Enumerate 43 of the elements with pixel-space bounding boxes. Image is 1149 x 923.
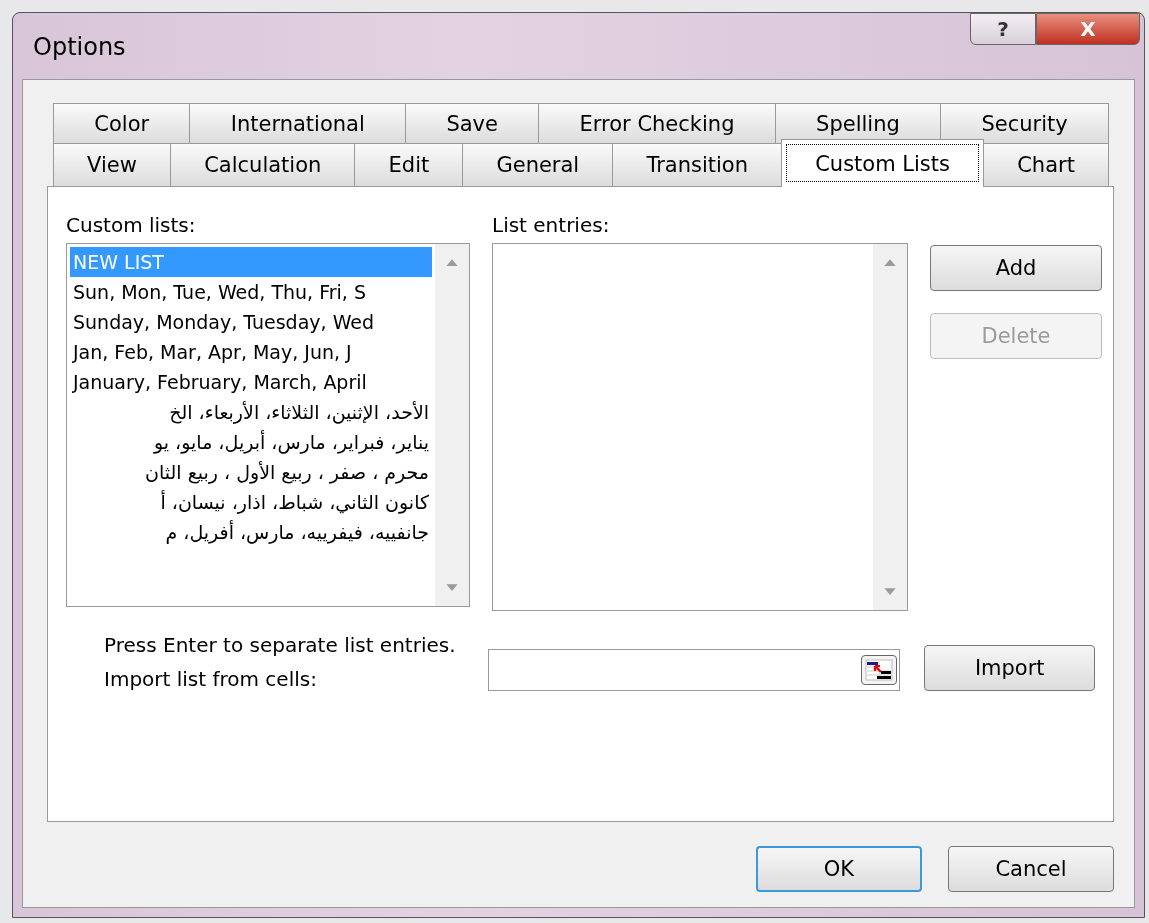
scroll-down-icon[interactable] — [883, 587, 897, 596]
add-button[interactable]: Add — [930, 245, 1102, 291]
scroll-up-icon[interactable] — [883, 258, 897, 267]
list-item[interactable]: يناير، فبراير، مارس، أبريل، مايو، يو — [70, 427, 432, 457]
custom-lists-label: Custom lists: — [66, 213, 197, 237]
scroll-up-icon[interactable] — [445, 258, 459, 267]
tab[interactable]: Calculation — [170, 143, 356, 186]
list-item[interactable]: محرم ، صفر ، ربيع الأول ، ربيع الثان — [70, 457, 432, 487]
hint-text: Press Enter to separate list entries. — [104, 633, 457, 657]
list-item[interactable]: Sunday, Monday, Tuesday, Wed — [70, 307, 432, 337]
help-button[interactable]: ? — [970, 13, 1036, 45]
scrollbar[interactable] — [873, 244, 907, 610]
scrollbar[interactable] — [435, 244, 469, 606]
custom-lists-listbox[interactable] — [66, 243, 470, 607]
tab[interactable]: Error Checking — [538, 103, 776, 143]
tab[interactable]: Security — [940, 103, 1109, 143]
range-select-button[interactable] — [861, 655, 898, 685]
import-range-field[interactable] — [488, 649, 901, 691]
list-item[interactable]: كانون الثاني، شباط، اذار، نيسان، أ — [70, 487, 432, 517]
list-item[interactable]: Sun, Mon, Tue, Wed, Thu, Fri, S — [70, 277, 432, 307]
list-item[interactable]: جانفييه، فيفرييه، مارس، أفريل، م — [70, 517, 432, 547]
tab[interactable]: View — [53, 143, 172, 186]
window-title: Options — [33, 33, 126, 61]
tab[interactable]: Save — [405, 103, 540, 143]
close-button[interactable]: X — [1036, 13, 1140, 45]
import-label: Import list from cells: — [104, 667, 318, 691]
list-item[interactable]: Jan, Feb, Mar, Apr, May, Jun, J — [70, 337, 432, 367]
tab[interactable]: International — [189, 103, 407, 143]
list-item[interactable]: الأحد، الإثنين، الثلاثاء، الأربعاء، الخ — [70, 397, 432, 427]
import-button[interactable]: Import — [924, 645, 1095, 691]
range-picker-icon — [865, 659, 894, 681]
scroll-down-icon[interactable] — [445, 583, 459, 592]
tab[interactable]: Edit — [354, 143, 464, 186]
cancel-button[interactable]: Cancel — [948, 846, 1114, 892]
ok-button[interactable]: OK — [756, 846, 922, 892]
tab[interactable]: General — [462, 143, 614, 186]
tab[interactable]: Custom Lists — [781, 139, 985, 187]
list-entries-label: List entries: — [492, 213, 611, 237]
tab[interactable]: Chart — [983, 143, 1110, 186]
tab[interactable]: Transition — [612, 143, 783, 186]
list-entries-field[interactable] — [492, 243, 908, 611]
list-item[interactable]: January, February, March, April — [70, 367, 432, 397]
tab[interactable]: Color — [53, 103, 191, 143]
